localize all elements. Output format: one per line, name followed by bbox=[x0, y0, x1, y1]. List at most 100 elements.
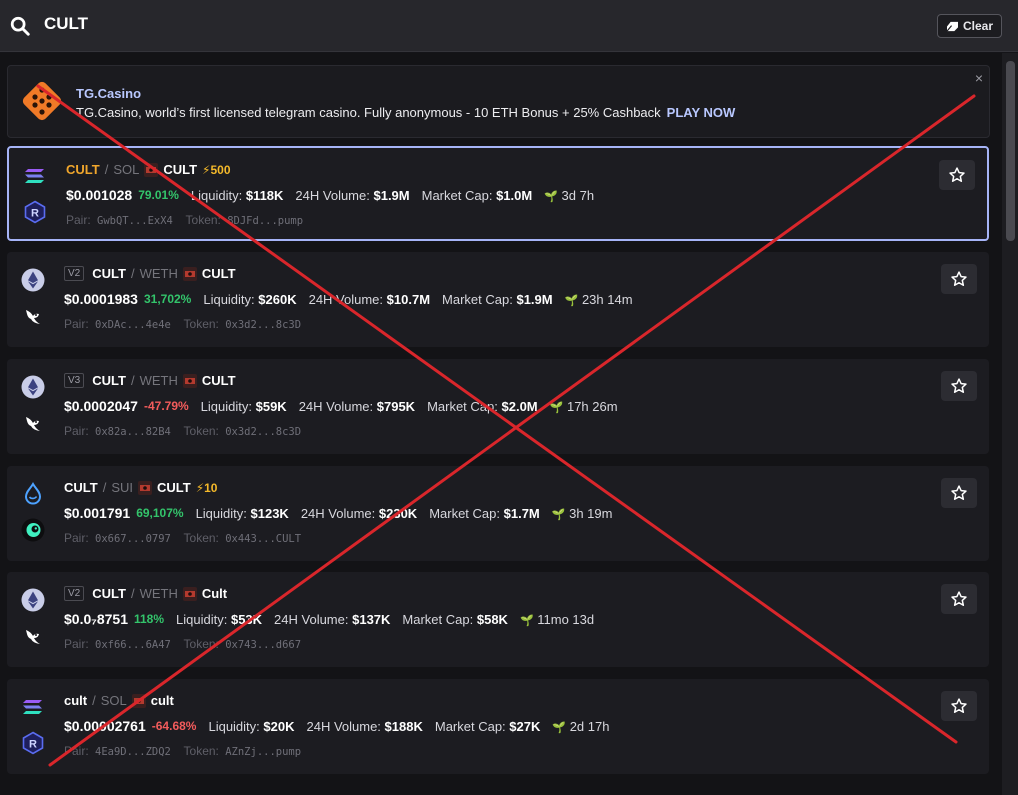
token-address-label: Token: bbox=[185, 213, 221, 227]
market-cap-value: $2.0M bbox=[501, 398, 538, 414]
pair-address[interactable]: 0xf66...6A47 bbox=[95, 639, 171, 651]
result-card[interactable]: R CULT / SOL CULT ⚡500 $0.001028 79.01% Liquidit… bbox=[7, 146, 989, 241]
addresses: Pair: 4Ea9D...ZDQ2 Token: AZnZj...pump bbox=[64, 744, 301, 758]
token-image-icon bbox=[182, 586, 197, 601]
price-change: -47.79% bbox=[143, 399, 189, 413]
pair-address[interactable]: 0xDAc...4e4e bbox=[95, 319, 171, 331]
search-input[interactable]: CULT bbox=[44, 14, 88, 34]
base-symbol: CULT bbox=[92, 373, 126, 388]
liquidity-stat: Liquidity: $123K bbox=[196, 506, 289, 521]
liquidity-stat: Liquidity: $118K bbox=[191, 188, 284, 203]
ad-banner[interactable]: TG.Casino TG.Casino, world’s first licen… bbox=[7, 65, 990, 138]
pair-address[interactable]: 4Ea9D...ZDQ2 bbox=[95, 746, 171, 758]
favorite-button[interactable] bbox=[939, 160, 975, 190]
base-symbol: CULT bbox=[92, 586, 126, 601]
age-value: 17h 26m bbox=[566, 398, 618, 414]
raydium-dex-icon: R bbox=[23, 200, 47, 224]
favorite-button[interactable] bbox=[941, 584, 977, 614]
pair-address-label: Pair: bbox=[64, 637, 89, 651]
price-change: 79.01% bbox=[138, 188, 179, 202]
market-cap-label: Market Cap: bbox=[429, 505, 500, 521]
sprout-icon: 🌱 bbox=[552, 721, 567, 734]
pair-address[interactable]: 0x82a...82B4 bbox=[95, 426, 171, 438]
volume-label: 24H Volume: bbox=[298, 398, 374, 414]
result-card[interactable]: V3 CULT / WETH CULT $0.0002047 -47.79% Liquidit… bbox=[7, 359, 989, 454]
ad-title[interactable]: TG.Casino bbox=[76, 86, 141, 101]
version-badge: V2 bbox=[64, 266, 85, 281]
liquidity-label: Liquidity: bbox=[200, 398, 252, 414]
volume-stat: 24H Volume: $10.7M bbox=[309, 292, 430, 307]
price: $0.00002761 bbox=[64, 718, 146, 734]
star-icon bbox=[951, 378, 967, 393]
token-address[interactable]: AZnZj...pump bbox=[225, 746, 301, 758]
result-card[interactable]: CULT / SUI CULT ⚡10 $0.001791 69,107% Liquidity… bbox=[7, 466, 989, 561]
pair-address-label: Pair: bbox=[64, 424, 89, 438]
uniswap-dex-icon bbox=[21, 411, 45, 435]
age-stat: 🌱 3d 7h bbox=[544, 188, 594, 203]
price-change: 31,702% bbox=[143, 292, 192, 306]
token-image-icon bbox=[182, 266, 197, 281]
addresses: Pair: 0x667...0797 Token: 0x443...CULT bbox=[64, 531, 301, 545]
age-value: 23h 14m bbox=[581, 291, 633, 307]
token-address[interactable]: 0x443...CULT bbox=[225, 533, 301, 545]
solana-chain-icon bbox=[23, 164, 47, 188]
token-address[interactable]: 0x3d2...8c3D bbox=[225, 319, 301, 331]
volume-stat: 24H Volume: $1.9M bbox=[295, 188, 409, 203]
ad-text: TG.Casino, world’s first licensed telegr… bbox=[76, 105, 661, 120]
results-panel: TG.Casino TG.Casino, world’s first licen… bbox=[0, 53, 1002, 795]
clear-button[interactable]: Clear bbox=[936, 14, 1002, 38]
pair-stats: $0.0002047 -47.79% Liquidity: $59K 24H Volu… bbox=[64, 398, 618, 414]
volume-label: 24H Volume: bbox=[300, 505, 376, 521]
quote-symbol: SOL bbox=[100, 693, 127, 708]
close-icon[interactable]: × bbox=[975, 70, 983, 86]
age-stat: 🌱 23h 14m bbox=[565, 292, 633, 307]
market-cap-label: Market Cap: bbox=[402, 611, 474, 627]
token-name: CULT bbox=[163, 162, 198, 177]
token-address[interactable]: 0x743...d667 bbox=[225, 639, 301, 651]
ethereum-chain-icon bbox=[21, 268, 45, 292]
boost-badge: ⚡10 bbox=[195, 480, 218, 495]
volume-label: 24H Volume: bbox=[295, 187, 370, 203]
liquidity-value: $53K bbox=[230, 611, 263, 627]
search-icon[interactable] bbox=[9, 15, 31, 37]
pair-address[interactable]: 0x667...0797 bbox=[95, 533, 171, 545]
volume-value: $137K bbox=[352, 611, 391, 627]
market-cap-stat: Market Cap: $1.0M bbox=[422, 188, 533, 203]
result-card[interactable]: V2 CULT / WETH Cult $0.0₇8751 118% Liquidity: $… bbox=[7, 572, 989, 667]
favorite-button[interactable] bbox=[941, 264, 977, 294]
favorite-button[interactable] bbox=[941, 691, 977, 721]
scrollbar[interactable] bbox=[1002, 53, 1018, 795]
play-now-link[interactable]: PLAY NOW bbox=[667, 105, 736, 120]
price: $0.001791 bbox=[64, 505, 131, 521]
pair-slash: / bbox=[104, 162, 109, 177]
age-value: 11mo 13d bbox=[537, 611, 595, 627]
price-change: 69,107% bbox=[136, 506, 184, 520]
pair-address-label: Pair: bbox=[64, 744, 89, 758]
result-card[interactable]: V2 CULT / WETH CULT $0.0001983 31,702% Liquidit… bbox=[7, 252, 989, 347]
uniswap-dex-icon bbox=[21, 304, 45, 328]
token-address[interactable]: 0x3d2...8c3D bbox=[225, 426, 301, 438]
liquidity-value: $260K bbox=[258, 291, 297, 307]
volume-label: 24H Volume: bbox=[306, 718, 381, 734]
pair-slash: / bbox=[102, 480, 107, 495]
cetus-dex-icon bbox=[21, 518, 45, 542]
token-image-icon bbox=[131, 693, 146, 708]
token-address-label: Token: bbox=[183, 424, 219, 438]
raydium-dex-icon: R bbox=[21, 731, 45, 755]
price-change: -64.68% bbox=[151, 719, 197, 733]
ethereum-chain-icon bbox=[21, 588, 45, 612]
svg-text:R: R bbox=[31, 208, 39, 220]
favorite-button[interactable] bbox=[941, 371, 977, 401]
favorite-button[interactable] bbox=[941, 478, 977, 508]
volume-stat: 24H Volume: $188K bbox=[306, 719, 422, 734]
liquidity-label: Liquidity: bbox=[208, 718, 260, 734]
pair-address[interactable]: GwbQT...ExX4 bbox=[97, 215, 173, 227]
liquidity-stat: Liquidity: $59K bbox=[201, 399, 287, 414]
scrollbar-thumb[interactable] bbox=[1006, 61, 1015, 241]
uniswap-dex-icon bbox=[21, 624, 45, 648]
result-card[interactable]: Rcult / SOL cult $0.00002761 -64.68% Liquidity… bbox=[7, 679, 989, 774]
volume-value: $10.7M bbox=[386, 291, 431, 307]
market-cap-value: $1.7M bbox=[503, 505, 540, 521]
token-address[interactable]: 8DJFd...pump bbox=[227, 215, 303, 227]
token-name: CULT bbox=[157, 480, 191, 495]
